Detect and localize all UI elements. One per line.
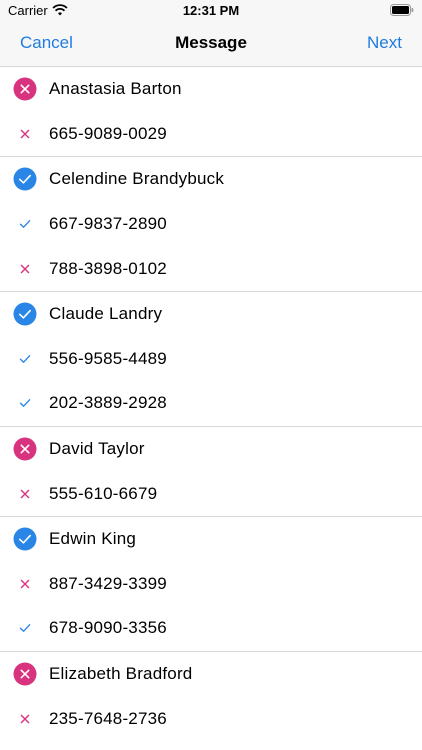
contact-name: Claude Landry xyxy=(49,304,163,324)
checkmark-icon xyxy=(19,624,31,633)
x-mark-icon xyxy=(20,714,30,723)
phone-number: 665-9089-0029 xyxy=(49,123,167,143)
phone-row[interactable]: 887-3429-3399 xyxy=(0,562,422,607)
phone-number: 555-610-6679 xyxy=(49,483,158,503)
phone-number: 887-3429-3399 xyxy=(49,573,167,593)
phone-number: 556-9585-4489 xyxy=(49,348,167,368)
check-circle-icon xyxy=(13,167,37,191)
selection-mark[interactable] xyxy=(13,572,37,596)
contact-list: Anastasia Barton 665-9089-0029 Celendine B… xyxy=(0,67,422,741)
contact-name: Celendine Brandybuck xyxy=(49,169,225,189)
phone-number: 667-9837-2890 xyxy=(49,214,167,234)
phone-row[interactable]: 667-9837-2890 xyxy=(0,202,422,247)
contact-name: David Taylor xyxy=(49,439,145,459)
status-bar: Carrier 12:31 PM xyxy=(0,0,422,24)
phone-number: 678-9090-3356 xyxy=(49,618,167,638)
phone-row[interactable]: 678-9090-3356 xyxy=(0,606,422,651)
phone-row[interactable]: 555-610-6679 xyxy=(0,471,422,516)
x-circle-icon xyxy=(13,77,37,101)
contact-group: Claude Landry 556-9585-4489 202-3889-2928 xyxy=(0,292,422,426)
contact-group: Elizabeth Bradford 235-7648-2736 xyxy=(0,652,422,741)
phone-row[interactable]: 556-9585-4489 xyxy=(0,337,422,382)
x-mark-icon xyxy=(20,129,30,139)
x-mark-icon xyxy=(20,264,30,273)
contact-group: Edwin King 887-3429-3399 678-9090-3356 xyxy=(0,517,422,651)
selection-mark[interactable] xyxy=(13,662,37,686)
phone-row[interactable]: 202-3889-2928 xyxy=(0,381,422,426)
phone-number: 202-3889-2928 xyxy=(49,393,167,413)
selection-mark[interactable] xyxy=(13,302,37,326)
selection-mark[interactable] xyxy=(13,347,37,371)
checkmark-icon xyxy=(19,220,31,228)
selection-mark[interactable] xyxy=(13,391,37,415)
phone-number: 235-7648-2736 xyxy=(49,708,167,728)
phone-row[interactable]: 665-9089-0029 xyxy=(0,112,422,157)
next-button[interactable]: Next xyxy=(367,33,402,53)
checkmark-icon xyxy=(19,354,31,363)
contact-name: Edwin King xyxy=(49,529,137,549)
check-circle-icon xyxy=(13,302,37,326)
contact-row[interactable]: David Taylor xyxy=(0,427,422,472)
contact-row[interactable]: Celendine Brandybuck xyxy=(0,157,422,202)
status-time: 12:31 PM xyxy=(182,3,240,18)
x-mark-icon xyxy=(20,579,30,589)
phone-row[interactable]: 235-7648-2736 xyxy=(0,696,422,741)
page-title: Message xyxy=(175,33,247,52)
selection-mark[interactable] xyxy=(13,616,37,640)
contact-row[interactable]: Anastasia Barton xyxy=(0,67,422,112)
selection-mark[interactable] xyxy=(13,482,37,506)
contact-row[interactable]: Elizabeth Bradford xyxy=(0,652,422,697)
x-circle-icon xyxy=(13,437,37,461)
contact-row[interactable]: Edwin King xyxy=(0,517,422,562)
selection-mark[interactable] xyxy=(13,212,37,236)
contact-name: Anastasia Barton xyxy=(49,79,182,99)
check-circle-icon xyxy=(13,527,37,551)
contact-name: Elizabeth Bradford xyxy=(49,664,193,684)
phone-number: 788-3898-0102 xyxy=(49,258,167,278)
selection-mark[interactable] xyxy=(13,527,37,551)
selection-mark[interactable] xyxy=(13,167,37,191)
selection-mark[interactable] xyxy=(13,77,37,101)
contact-group: Celendine Brandybuck 667-9837-2890 788-389… xyxy=(0,157,422,291)
navigation-bar: Cancel Message Next xyxy=(0,24,422,67)
battery-icon xyxy=(390,4,414,16)
selection-mark[interactable] xyxy=(13,437,37,461)
contact-group: Anastasia Barton 665-9089-0029 xyxy=(0,67,422,156)
contact-group: David Taylor 555-610-6679 xyxy=(0,427,422,516)
x-circle-icon xyxy=(13,662,37,686)
selection-mark[interactable] xyxy=(13,707,37,731)
x-mark-icon xyxy=(20,489,30,498)
selection-mark[interactable] xyxy=(13,122,37,146)
checkmark-icon xyxy=(19,399,31,408)
phone-row[interactable]: 788-3898-0102 xyxy=(0,246,422,291)
selection-mark[interactable] xyxy=(13,257,37,281)
contact-row[interactable]: Claude Landry xyxy=(0,292,422,337)
